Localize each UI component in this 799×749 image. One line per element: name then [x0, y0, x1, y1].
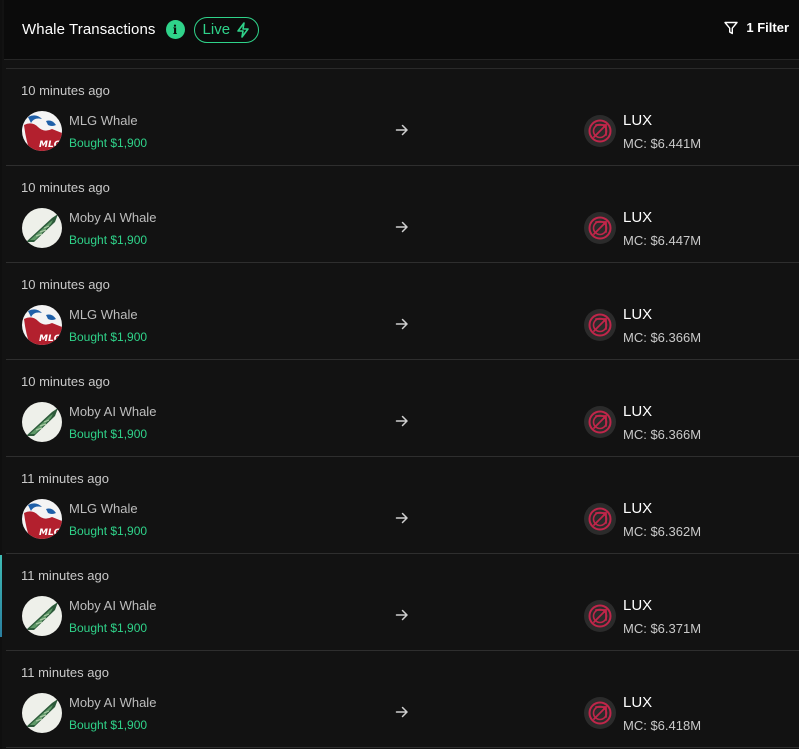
token-market-cap: MC: $6.366M: [623, 330, 702, 345]
transaction-row[interactable]: 11 minutes ago Moby AI Whale Bought $1,9…: [6, 651, 799, 748]
filter-icon: [724, 21, 739, 34]
token-market-cap: MC: $6.366M: [623, 427, 702, 442]
token-name[interactable]: LUX: [623, 112, 652, 129]
token-market-cap: MC: $6.418M: [623, 718, 702, 733]
token-name[interactable]: LUX: [623, 694, 652, 711]
whale-name[interactable]: MLG Whale: [69, 113, 138, 128]
token-name[interactable]: LUX: [623, 500, 652, 517]
transaction-amount: Bought $1,900: [69, 524, 148, 538]
whale-name[interactable]: Moby AI Whale: [69, 695, 156, 710]
live-badge[interactable]: Live: [193, 16, 260, 43]
arrow-right-icon: [395, 609, 408, 621]
token-icon[interactable]: [584, 697, 616, 729]
token-icon[interactable]: [584, 600, 616, 632]
svg-text:MLG: MLG: [39, 528, 61, 538]
token-icon[interactable]: [584, 115, 616, 147]
lux-token-icon: [588, 507, 612, 531]
token-icon[interactable]: [584, 406, 616, 438]
info-icon[interactable]: i: [165, 20, 185, 39]
token-market-cap: MC: $6.441M: [623, 136, 702, 151]
lux-token-icon: [588, 604, 612, 628]
moby-whale-avatar[interactable]: [22, 402, 62, 442]
whale-name[interactable]: Moby AI Whale: [69, 210, 156, 225]
moby-whale-avatar[interactable]: [22, 208, 62, 248]
transaction-time: 10 minutes ago: [21, 277, 110, 292]
lux-token-icon: [588, 410, 612, 434]
arrow-right-icon: [395, 318, 408, 330]
token-name[interactable]: LUX: [623, 209, 652, 226]
transaction-time: 10 minutes ago: [21, 83, 110, 98]
token-icon[interactable]: [584, 309, 616, 341]
token-icon[interactable]: [584, 212, 616, 244]
filter-label: 1 Filter: [746, 20, 789, 35]
arrow-right-icon: [395, 706, 408, 718]
arrow-right-icon: [395, 415, 408, 427]
arrow-right-icon: [395, 221, 408, 233]
transaction-amount: Bought $1,900: [69, 233, 148, 247]
transaction-time: 10 minutes ago: [21, 180, 110, 195]
token-name[interactable]: LUX: [623, 306, 652, 323]
whale-name[interactable]: MLG Whale: [69, 307, 138, 322]
transaction-row[interactable]: 11 minutes ago MLG MLG Whale Bought $1,9…: [6, 457, 799, 554]
transaction-time: 11 minutes ago: [21, 568, 109, 583]
moby-whale-avatar[interactable]: [22, 596, 62, 636]
whale-name[interactable]: Moby AI Whale: [69, 404, 156, 419]
whale-name[interactable]: Moby AI Whale: [69, 598, 156, 613]
transaction-amount: Bought $1,900: [69, 330, 148, 344]
token-name[interactable]: LUX: [623, 403, 652, 420]
transaction-amount: Bought $1,900: [69, 621, 148, 635]
lux-token-icon: [588, 313, 612, 337]
mlg-whale-avatar[interactable]: MLG: [22, 499, 62, 539]
transaction-row[interactable]: 10 minutes ago Moby AI Whale Bought $1,9…: [6, 360, 799, 457]
transaction-amount: Bought $1,900: [69, 136, 148, 150]
panel-title: Whale Transactions: [22, 21, 156, 38]
transaction-amount: Bought $1,900: [69, 718, 148, 732]
token-market-cap: MC: $6.447M: [623, 233, 702, 248]
token-icon[interactable]: [584, 503, 616, 535]
transaction-list: 10 minutes ago MLG MLG Whale Bought $1,9…: [6, 68, 799, 748]
arrow-right-icon: [395, 124, 408, 136]
panel-header: Whale Transactions i Live 1 Filter: [4, 0, 799, 60]
lux-token-icon: [588, 119, 612, 143]
lightning-icon: [237, 21, 249, 38]
moby-whale-avatar[interactable]: [22, 693, 62, 733]
arrow-right-icon: [395, 512, 408, 524]
lux-token-icon: [588, 216, 612, 240]
transaction-row[interactable]: 10 minutes ago MLG MLG Whale Bought $1,9…: [6, 263, 799, 360]
token-name[interactable]: LUX: [623, 597, 652, 614]
whale-name[interactable]: MLG Whale: [69, 501, 138, 516]
mlg-whale-avatar[interactable]: MLG: [22, 111, 62, 151]
whale-transactions-panel: Whale Transactions i Live 1 Filter 10 mi…: [2, 0, 799, 749]
transaction-time: 11 minutes ago: [21, 471, 109, 486]
transaction-time: 10 minutes ago: [21, 374, 110, 389]
transaction-row[interactable]: 10 minutes ago MLG MLG Whale Bought $1,9…: [6, 69, 799, 166]
transaction-time: 11 minutes ago: [21, 665, 109, 680]
filter-button[interactable]: 1 Filter: [724, 20, 789, 35]
token-market-cap: MC: $6.362M: [623, 524, 702, 539]
transaction-row[interactable]: 11 minutes ago Moby AI Whale Bought $1,9…: [6, 554, 799, 651]
mlg-whale-avatar[interactable]: MLG: [22, 305, 62, 345]
lux-token-icon: [588, 701, 612, 725]
transaction-row[interactable]: 10 minutes ago Moby AI Whale Bought $1,9…: [6, 166, 799, 263]
svg-text:MLG: MLG: [39, 140, 61, 150]
live-label: Live: [202, 21, 231, 38]
svg-text:MLG: MLG: [39, 334, 61, 344]
token-market-cap: MC: $6.371M: [623, 621, 702, 636]
transaction-amount: Bought $1,900: [69, 427, 148, 441]
